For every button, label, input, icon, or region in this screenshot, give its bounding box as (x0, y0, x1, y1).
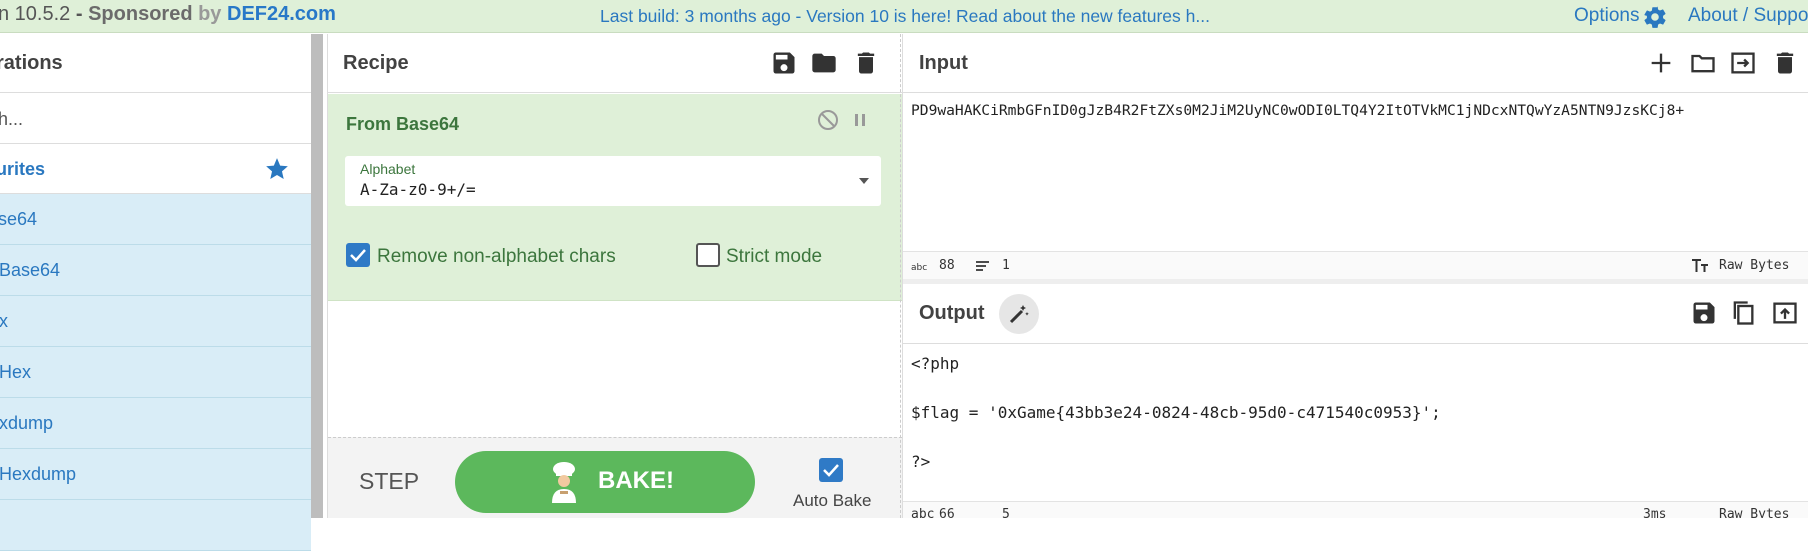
alphabet-select[interactable]: Alphabet A-Za-z0-9+/= (345, 156, 881, 206)
output-line-count: 5 (1002, 507, 1010, 518)
top-banner: n 10.5.2 - Sponsored by DEF24.com Last b… (0, 0, 1808, 33)
operation-label: Hex (0, 362, 32, 382)
save-icon[interactable] (770, 49, 798, 77)
operations-search-input[interactable]: h... (0, 94, 311, 144)
banner-left: n 10.5.2 - Sponsored by DEF24.com (0, 3, 336, 26)
text-length-icon: abc (911, 263, 927, 272)
output-textarea[interactable]: <?php $flag = '0xGame{43bb3e24-0824-48cb… (911, 352, 1441, 475)
input-char-count: 88 (939, 258, 955, 273)
from-base64-operation[interactable]: From Base64 Alphabet A-Za-z0-9+/= Remove… (328, 94, 902, 301)
folder-open-icon[interactable] (1689, 49, 1717, 77)
column-splitter[interactable] (900, 34, 902, 518)
magic-wand-icon (1009, 305, 1029, 324)
operation-item[interactable]: Base64 (0, 245, 311, 296)
output-header: Output (903, 284, 1808, 344)
replace-input-icon[interactable] (1771, 299, 1799, 327)
options-link[interactable]: Options (1574, 5, 1639, 27)
magic-wand-button[interactable] (999, 294, 1039, 334)
checkmark-icon (350, 249, 366, 262)
favourites-label: urites (0, 159, 46, 179)
version-label: n 10.5.2 (0, 3, 71, 25)
text-length-icon: abc (911, 507, 935, 518)
output-line: ?> (911, 452, 931, 471)
operation-item[interactable]: xdump (0, 398, 311, 449)
disable-icon[interactable] (816, 108, 840, 132)
operations-scrollbar[interactable] (311, 34, 323, 518)
checkmark-icon (823, 464, 839, 477)
favourites-category[interactable]: urites (0, 144, 311, 194)
recipe-header: Recipe (328, 34, 902, 93)
star-icon[interactable] (264, 156, 290, 182)
operation-label: se64 (0, 209, 38, 229)
search-placeholder: h... (0, 109, 24, 129)
input-header: Input (903, 34, 1808, 93)
io-panel: Input PD9waHAKCiRmbGFnID0gJzB4R2FtZXs0M2… (900, 34, 1808, 518)
input-line-count: 1 (1002, 258, 1010, 273)
output-encoding[interactable]: Raw Bytes (1719, 507, 1789, 518)
chevron-down-icon (859, 178, 869, 184)
operation-item[interactable]: Hexdump (0, 449, 311, 500)
operation-name: From Base64 (346, 114, 460, 134)
output-char-count: 66 (939, 507, 955, 518)
alphabet-value: A-Za-z0-9+/= (360, 180, 476, 199)
operations-panel: rations h... urites se64 Base64 x Hex xd… (0, 34, 311, 551)
output-line: $flag = '0xGame{43bb3e24-0824-48cb-95d0-… (911, 403, 1441, 422)
trash-icon[interactable] (1771, 49, 1799, 77)
lines-icon (976, 261, 989, 271)
auto-bake-label: Auto Bake (793, 491, 872, 510)
operations-title: rations (0, 52, 63, 74)
folder-icon[interactable] (810, 49, 838, 77)
bake-label: BAKE! (598, 467, 674, 494)
plus-icon[interactable] (1647, 49, 1675, 77)
operation-label: Hexdump (0, 464, 77, 484)
input-status-bar: abc 88 1 Raw Bytes (903, 251, 1808, 279)
output-line: <?php (911, 354, 960, 373)
output-bake-time: 3ms (1643, 507, 1667, 518)
pause-icon[interactable] (848, 108, 872, 132)
sponsor-link[interactable]: DEF24.com (227, 3, 336, 25)
banner-separator: - (70, 3, 89, 25)
input-textarea[interactable]: PD9waHAKCiRmbGFnID0gJzB4R2FtZXs0M2JiM2Uy… (911, 102, 1684, 119)
svg-text:abc: abc (911, 263, 927, 272)
output-title: Output (919, 302, 985, 324)
operation-label: Base64 (0, 260, 61, 280)
bake-button[interactable]: BAKE! (455, 451, 755, 513)
step-button[interactable]: STEP (359, 468, 419, 495)
operation-label: x (0, 311, 8, 331)
strict-mode-checkbox[interactable] (696, 243, 720, 267)
remove-nonalphabet-label: Remove non-alphabet chars (377, 246, 616, 267)
operation-item[interactable]: x (0, 296, 311, 347)
swap-icon[interactable] (1729, 49, 1757, 77)
recipe-controls: STEP BAKE! Auto Bake (328, 437, 902, 518)
operation-label: xdump (0, 413, 54, 433)
sponsored-label: Sponsored (88, 3, 193, 25)
text-size-icon (1692, 259, 1708, 272)
gear-icon[interactable] (1642, 4, 1668, 30)
recipe-title: Recipe (343, 52, 409, 74)
output-status-bar: abc 66 5 3ms Raw Bytes (903, 501, 1808, 518)
strict-mode-label: Strict mode (726, 246, 823, 267)
operation-item[interactable] (0, 500, 311, 551)
input-encoding[interactable]: Raw Bytes (1719, 258, 1789, 273)
operations-header: rations (0, 34, 311, 93)
build-notice-link[interactable]: Last build: 3 months ago - Version 10 is… (600, 6, 1210, 27)
auto-bake-checkbox[interactable] (819, 458, 843, 482)
input-title: Input (919, 52, 968, 74)
alphabet-label: Alphabet (360, 161, 416, 177)
by-label: by (198, 3, 222, 25)
trash-icon[interactable] (852, 49, 880, 77)
operation-item[interactable]: Hex (0, 347, 311, 398)
save-icon[interactable] (1690, 299, 1718, 327)
recipe-panel: Recipe From Base64 Alphabet A-Za-z0-9+/=… (327, 34, 902, 518)
chef-icon (552, 462, 576, 503)
about-support-link[interactable]: About / Suppor (1688, 5, 1808, 27)
operation-item[interactable]: se64 (0, 194, 311, 245)
copy-icon[interactable] (1729, 299, 1757, 327)
remove-nonalphabet-checkbox[interactable] (346, 243, 370, 267)
